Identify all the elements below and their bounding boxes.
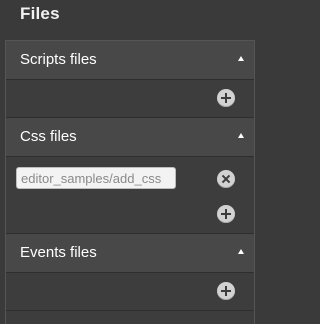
css-file-row (6, 157, 254, 196)
css-file-input[interactable] (16, 167, 176, 189)
panel-title: Files (20, 4, 60, 23)
section-body-scripts (6, 80, 254, 118)
remove-css-file-icon[interactable] (217, 170, 235, 188)
add-row-scripts (6, 80, 254, 117)
section-body-css (6, 157, 254, 234)
collapse-triangle-icon[interactable] (238, 133, 244, 138)
add-script-file-icon[interactable] (217, 89, 235, 107)
add-row-css (6, 196, 254, 233)
collapse-triangle-icon[interactable] (238, 249, 244, 254)
section-header-css[interactable]: Css files (6, 118, 254, 157)
add-event-file-icon[interactable] (217, 282, 235, 300)
collapse-triangle-icon[interactable] (238, 56, 244, 61)
section-label-css: Css files (20, 128, 77, 145)
add-row-events (6, 273, 254, 310)
section-header-events[interactable]: Events files (6, 234, 254, 273)
files-panel: Scripts files Css files Events files (5, 40, 255, 324)
add-css-file-icon[interactable] (217, 205, 235, 223)
section-header-scripts[interactable]: Scripts files (6, 41, 254, 80)
section-body-events (6, 273, 254, 311)
section-label-events: Events files (20, 244, 97, 261)
section-label-scripts: Scripts files (20, 51, 97, 68)
